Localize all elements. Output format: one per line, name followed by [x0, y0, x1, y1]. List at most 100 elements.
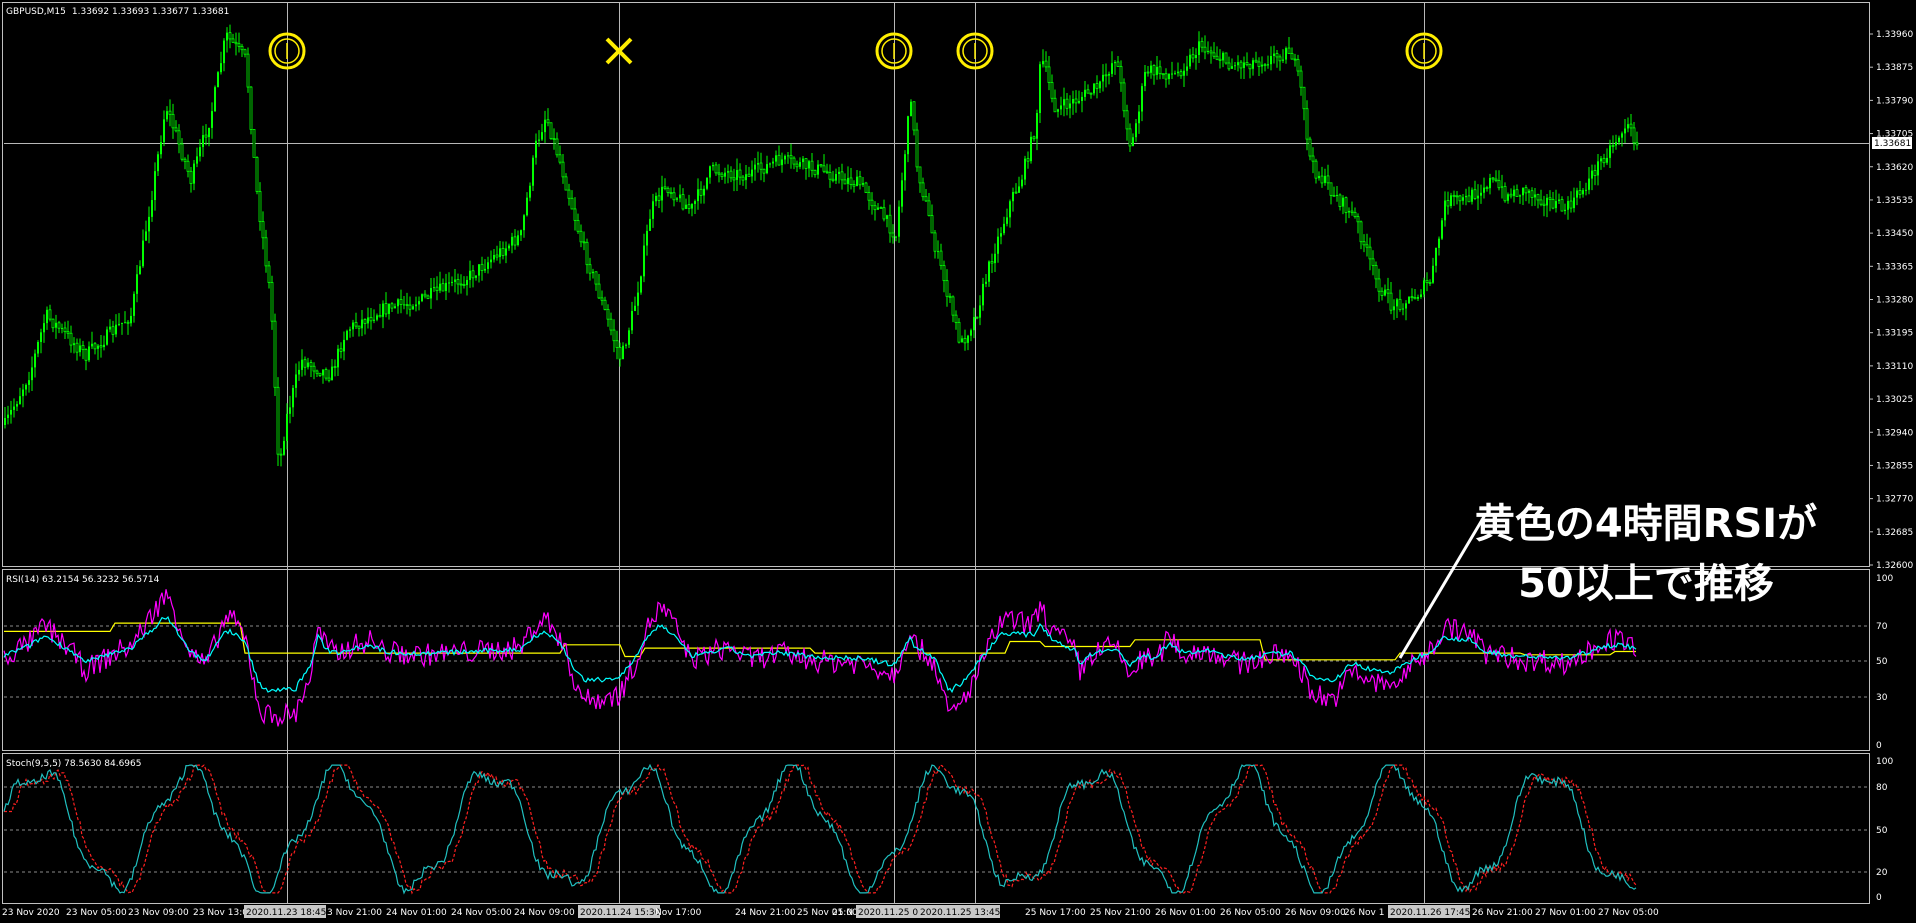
candle: [199, 139, 201, 162]
candlestick-series[interactable]: [4, 24, 1639, 467]
candle: [1125, 104, 1129, 141]
candle: [1152, 64, 1156, 85]
candle: [567, 183, 571, 206]
time-label: 23 Nov 05:00: [66, 908, 127, 918]
candle: [1000, 227, 1002, 245]
candle: [154, 162, 156, 211]
candle: [46, 306, 48, 330]
time-label: 24 Nov 09:00: [514, 908, 575, 918]
candle: [115, 314, 117, 338]
candle: [1116, 56, 1120, 67]
candle: [772, 157, 774, 169]
candle: [384, 292, 388, 318]
candle: [130, 307, 132, 327]
candle: [843, 173, 847, 185]
candle: [57, 320, 61, 334]
candle: [426, 294, 430, 300]
candle: [825, 163, 829, 174]
candle: [264, 229, 268, 273]
candle: [1267, 55, 1269, 69]
candle: [1425, 272, 1429, 292]
candle: [1567, 196, 1569, 220]
candle: [307, 357, 309, 370]
candle: [1362, 234, 1366, 253]
candle: [1503, 182, 1507, 203]
candle: [609, 312, 613, 336]
price-tick-label: 1.33280: [1876, 296, 1913, 306]
annotation-line-1: 黄色の4時間RSIが: [1474, 501, 1818, 547]
candle: [397, 298, 399, 314]
candle: [480, 256, 484, 281]
candle: [1089, 92, 1093, 99]
candle: [352, 319, 354, 337]
candle: [1195, 48, 1197, 70]
candle: [298, 361, 300, 381]
candle: [1408, 296, 1410, 305]
candle: [279, 448, 283, 467]
vertical-marker-lines: [287, 3, 1425, 903]
candle: [1086, 84, 1090, 94]
candle: [103, 335, 105, 351]
candle: [1102, 64, 1104, 92]
candle: [81, 340, 85, 360]
candle: [1296, 54, 1300, 77]
candle: [1635, 131, 1639, 150]
candle: [1386, 277, 1390, 304]
candle: [1593, 164, 1597, 186]
candle: [343, 331, 345, 361]
candle: [73, 337, 75, 354]
candle: [775, 150, 777, 167]
candle: [1245, 52, 1249, 67]
time-label: 27 Nov 05:00: [1598, 908, 1659, 918]
candle: [898, 200, 900, 243]
candle: [804, 158, 808, 180]
candle: [31, 356, 33, 392]
candle: [982, 277, 984, 311]
candle: [331, 359, 333, 381]
time-label: 2020.11.25 13:45: [920, 908, 1000, 918]
candle: [930, 204, 934, 234]
candle: [318, 372, 322, 377]
candle: [1536, 193, 1540, 209]
candle: [1179, 69, 1183, 79]
time-label: 25 Nov 21:00: [1090, 908, 1151, 918]
candle: [594, 271, 598, 291]
candle: [988, 260, 990, 287]
candle: [828, 164, 832, 188]
candle: [1164, 68, 1168, 88]
candle: [273, 313, 277, 397]
stoch-series: [3, 763, 1637, 895]
candle: [295, 363, 297, 398]
candle: [1353, 207, 1357, 219]
main-panel-frame: [2, 2, 1870, 567]
candle: [747, 166, 751, 177]
candle: [1588, 167, 1590, 195]
candle: [1177, 62, 1179, 77]
candle: [895, 235, 897, 242]
candle: [51, 318, 55, 333]
candle: [1308, 136, 1312, 161]
candle: [792, 156, 796, 170]
candle: [1507, 192, 1509, 204]
candle: [927, 192, 931, 217]
candle: [439, 271, 441, 294]
candle: [163, 110, 165, 147]
candle: [1467, 186, 1471, 203]
candle: [1377, 268, 1381, 302]
signal-markers: [268, 32, 1443, 70]
candle: [1119, 60, 1123, 92]
candle: [709, 165, 711, 184]
candle: [1039, 61, 1041, 124]
candle: [1209, 46, 1213, 64]
candle: [196, 147, 198, 168]
trading-chart[interactable]: 1.339601.338751.337901.337051.336201.335…: [0, 0, 1916, 923]
candle: [349, 326, 351, 338]
candle: [315, 369, 319, 377]
candle: [484, 259, 486, 274]
candle: [585, 238, 589, 274]
circle-marker-icon: [956, 32, 994, 70]
candle: [1564, 203, 1566, 215]
candle: [867, 185, 871, 210]
candle: [933, 229, 937, 259]
candle: [136, 264, 138, 303]
